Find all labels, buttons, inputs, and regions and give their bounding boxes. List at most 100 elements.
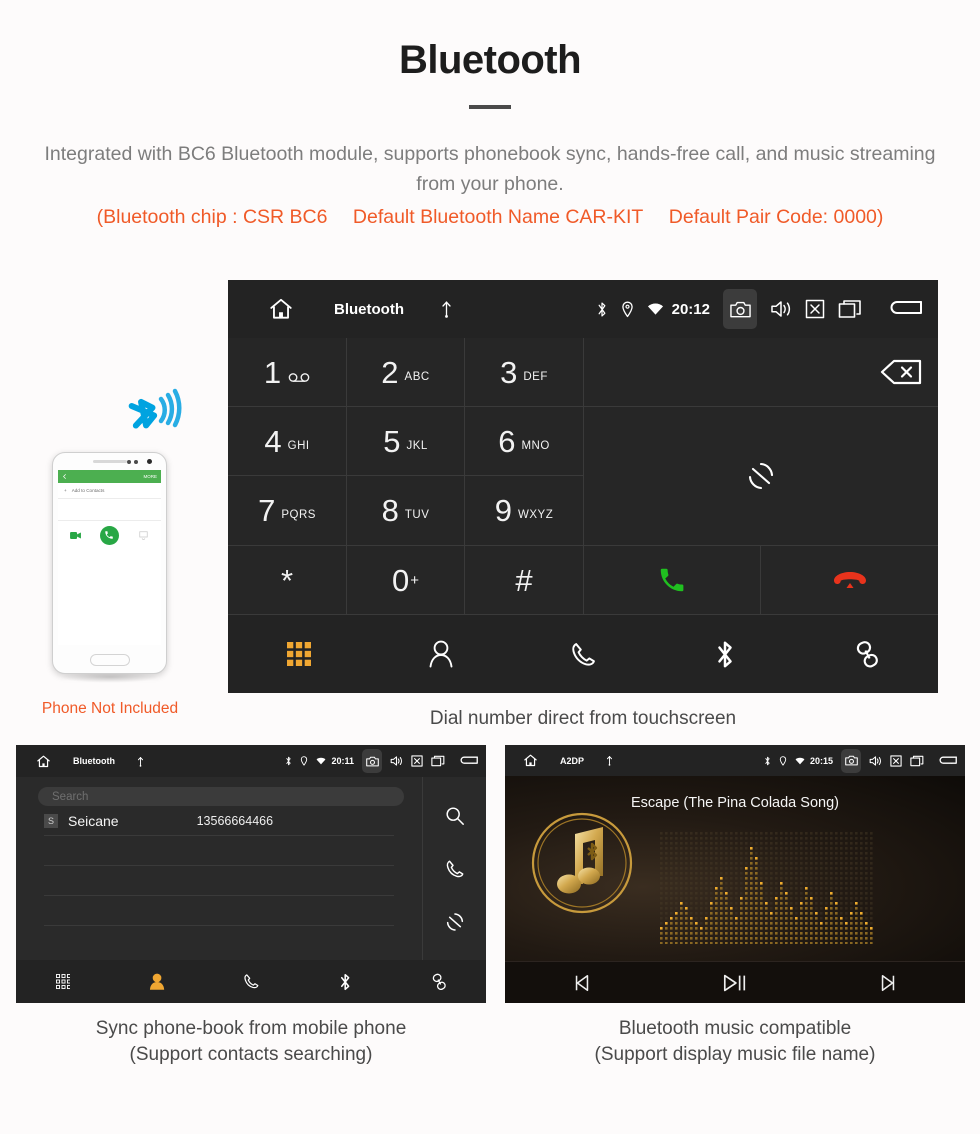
link-icon[interactable]	[854, 640, 881, 669]
recents-icon[interactable]	[910, 755, 924, 767]
home-icon[interactable]	[268, 296, 294, 322]
person-icon[interactable]	[149, 973, 165, 990]
volume-icon[interactable]	[390, 755, 403, 767]
phonebook-nav-contacts[interactable]	[110, 973, 204, 990]
music-body: Escape (The Pina Colada Song)	[505, 776, 965, 961]
contact-row-empty	[44, 836, 394, 866]
volume-icon[interactable]	[770, 299, 792, 319]
music-next-button[interactable]	[812, 973, 965, 993]
bluetooth-transfer-button[interactable]	[584, 407, 938, 546]
phone-action-row	[58, 521, 161, 549]
home-icon[interactable]	[36, 754, 51, 769]
plus-icon: +	[64, 488, 67, 493]
contact-row[interactable]: S Seicane 13566664466	[44, 806, 394, 836]
key-digit: 5	[383, 423, 401, 459]
phonebook-clock: 20:11	[331, 756, 354, 766]
key-8[interactable]: 8 TUV	[347, 476, 465, 546]
back-icon[interactable]	[938, 755, 957, 767]
close-box-icon[interactable]	[411, 755, 423, 767]
music-previous-button[interactable]	[505, 973, 658, 993]
voicemail-icon	[288, 373, 310, 382]
search-placeholder: Search	[52, 790, 89, 803]
keypad-icon[interactable]	[55, 974, 71, 989]
key-digit: 2	[381, 354, 399, 390]
hangup-button[interactable]	[761, 546, 938, 615]
bluetooth-icon[interactable]	[715, 640, 735, 669]
back-icon[interactable]	[888, 298, 922, 320]
bluetooth-icon[interactable]	[339, 973, 351, 991]
key-digit: 9	[494, 493, 512, 528]
usb-icon	[606, 755, 613, 766]
key-0[interactable]: 0 +	[347, 546, 465, 615]
call-button[interactable]	[584, 546, 761, 615]
music-title: A2DP	[560, 755, 585, 766]
sync-icon[interactable]	[445, 912, 465, 932]
phonebook-nav-link[interactable]	[392, 973, 486, 991]
camera-icon[interactable]	[362, 749, 382, 773]
back-icon[interactable]	[459, 755, 478, 767]
camera-icon[interactable]	[723, 289, 757, 329]
key-4[interactable]: 4 GHI	[228, 407, 347, 476]
backspace-icon[interactable]	[880, 359, 922, 385]
home-icon[interactable]	[523, 753, 538, 768]
recents-icon[interactable]	[431, 755, 445, 767]
dialer-caption: Dial number direct from touchscreen	[429, 708, 737, 729]
search-input[interactable]: Search	[38, 787, 404, 806]
key-letters: PQRS	[281, 509, 316, 521]
phonebook-bottom-nav	[16, 960, 486, 1003]
key-digit: 4	[264, 423, 282, 459]
key-1[interactable]: 1	[228, 338, 347, 407]
phone-home-button	[89, 654, 130, 666]
key-9[interactable]: 9 WXYZ	[465, 476, 584, 546]
number-display-field[interactable]	[584, 338, 938, 407]
search-icon[interactable]	[445, 806, 465, 826]
phonebook-screen: Bluetooth 20:11 Search S Seicane 1356666…	[16, 745, 486, 1003]
volume-icon[interactable]	[869, 755, 882, 767]
phonebook-status-icons: 20:11	[277, 749, 478, 773]
dialer-nav-link[interactable]	[796, 640, 938, 669]
dialer-nav-contacts[interactable]	[370, 640, 512, 668]
key-star[interactable]: *	[228, 546, 347, 615]
recents-icon[interactable]	[838, 299, 862, 319]
phonebook-nav-call-log[interactable]	[204, 973, 298, 990]
phonebook-nav-bluetooth[interactable]	[298, 973, 392, 991]
key-5[interactable]: 5 JKL	[347, 407, 465, 476]
phonebook-caption: Sync phone-book from mobile phone (Suppo…	[16, 1016, 486, 1068]
usb-icon	[137, 756, 144, 767]
key-2[interactable]: 2 ABC	[347, 338, 465, 407]
key-digit: 1	[263, 354, 282, 390]
wifi-icon	[647, 302, 664, 316]
person-icon[interactable]	[428, 640, 454, 668]
contact-row-empty	[44, 866, 394, 896]
phonebook-nav-keypad[interactable]	[16, 974, 110, 989]
link-icon[interactable]	[431, 973, 448, 991]
key-letters: JKL	[406, 439, 428, 452]
handset-icon[interactable]	[243, 973, 260, 990]
handset-icon[interactable]	[445, 859, 465, 879]
page-title: Bluetooth	[398, 38, 582, 82]
handset-icon[interactable]	[570, 641, 597, 668]
bluetooth-icon	[764, 756, 771, 766]
close-box-icon[interactable]	[890, 754, 902, 767]
key-6[interactable]: 6 MNO	[465, 407, 584, 476]
camera-icon[interactable]	[841, 748, 861, 773]
music-play-pause-button[interactable]	[658, 972, 811, 994]
phone-number-display	[58, 499, 161, 521]
contact-initial: S	[44, 813, 58, 828]
phone-body: MORE + Add to Contacts	[52, 452, 167, 674]
close-box-icon[interactable]	[805, 299, 825, 319]
dialer-nav-bluetooth[interactable]	[654, 640, 796, 669]
bluetooth-signal-icon	[128, 388, 182, 429]
page-root: Bluetooth Integrated with BC6 Bluetooth …	[0, 0, 980, 1134]
dialer-nav-call-log[interactable]	[512, 641, 654, 668]
contact-name: Seicane	[68, 812, 119, 829]
key-hash[interactable]: #	[465, 546, 584, 615]
phone-not-included-label: Phone Not Included	[41, 700, 179, 717]
music-screen: A2DP 20:15 Escape (The Pina Colada Song)	[505, 745, 965, 1003]
key-3[interactable]: 3 DEF	[465, 338, 584, 407]
phone-app-header: MORE	[58, 470, 161, 483]
keypad-icon[interactable]	[287, 642, 311, 666]
dialer-nav-keypad[interactable]	[228, 642, 370, 666]
dot-matrix-equalizer	[660, 832, 873, 944]
key-7[interactable]: 7 PQRS	[228, 476, 347, 546]
